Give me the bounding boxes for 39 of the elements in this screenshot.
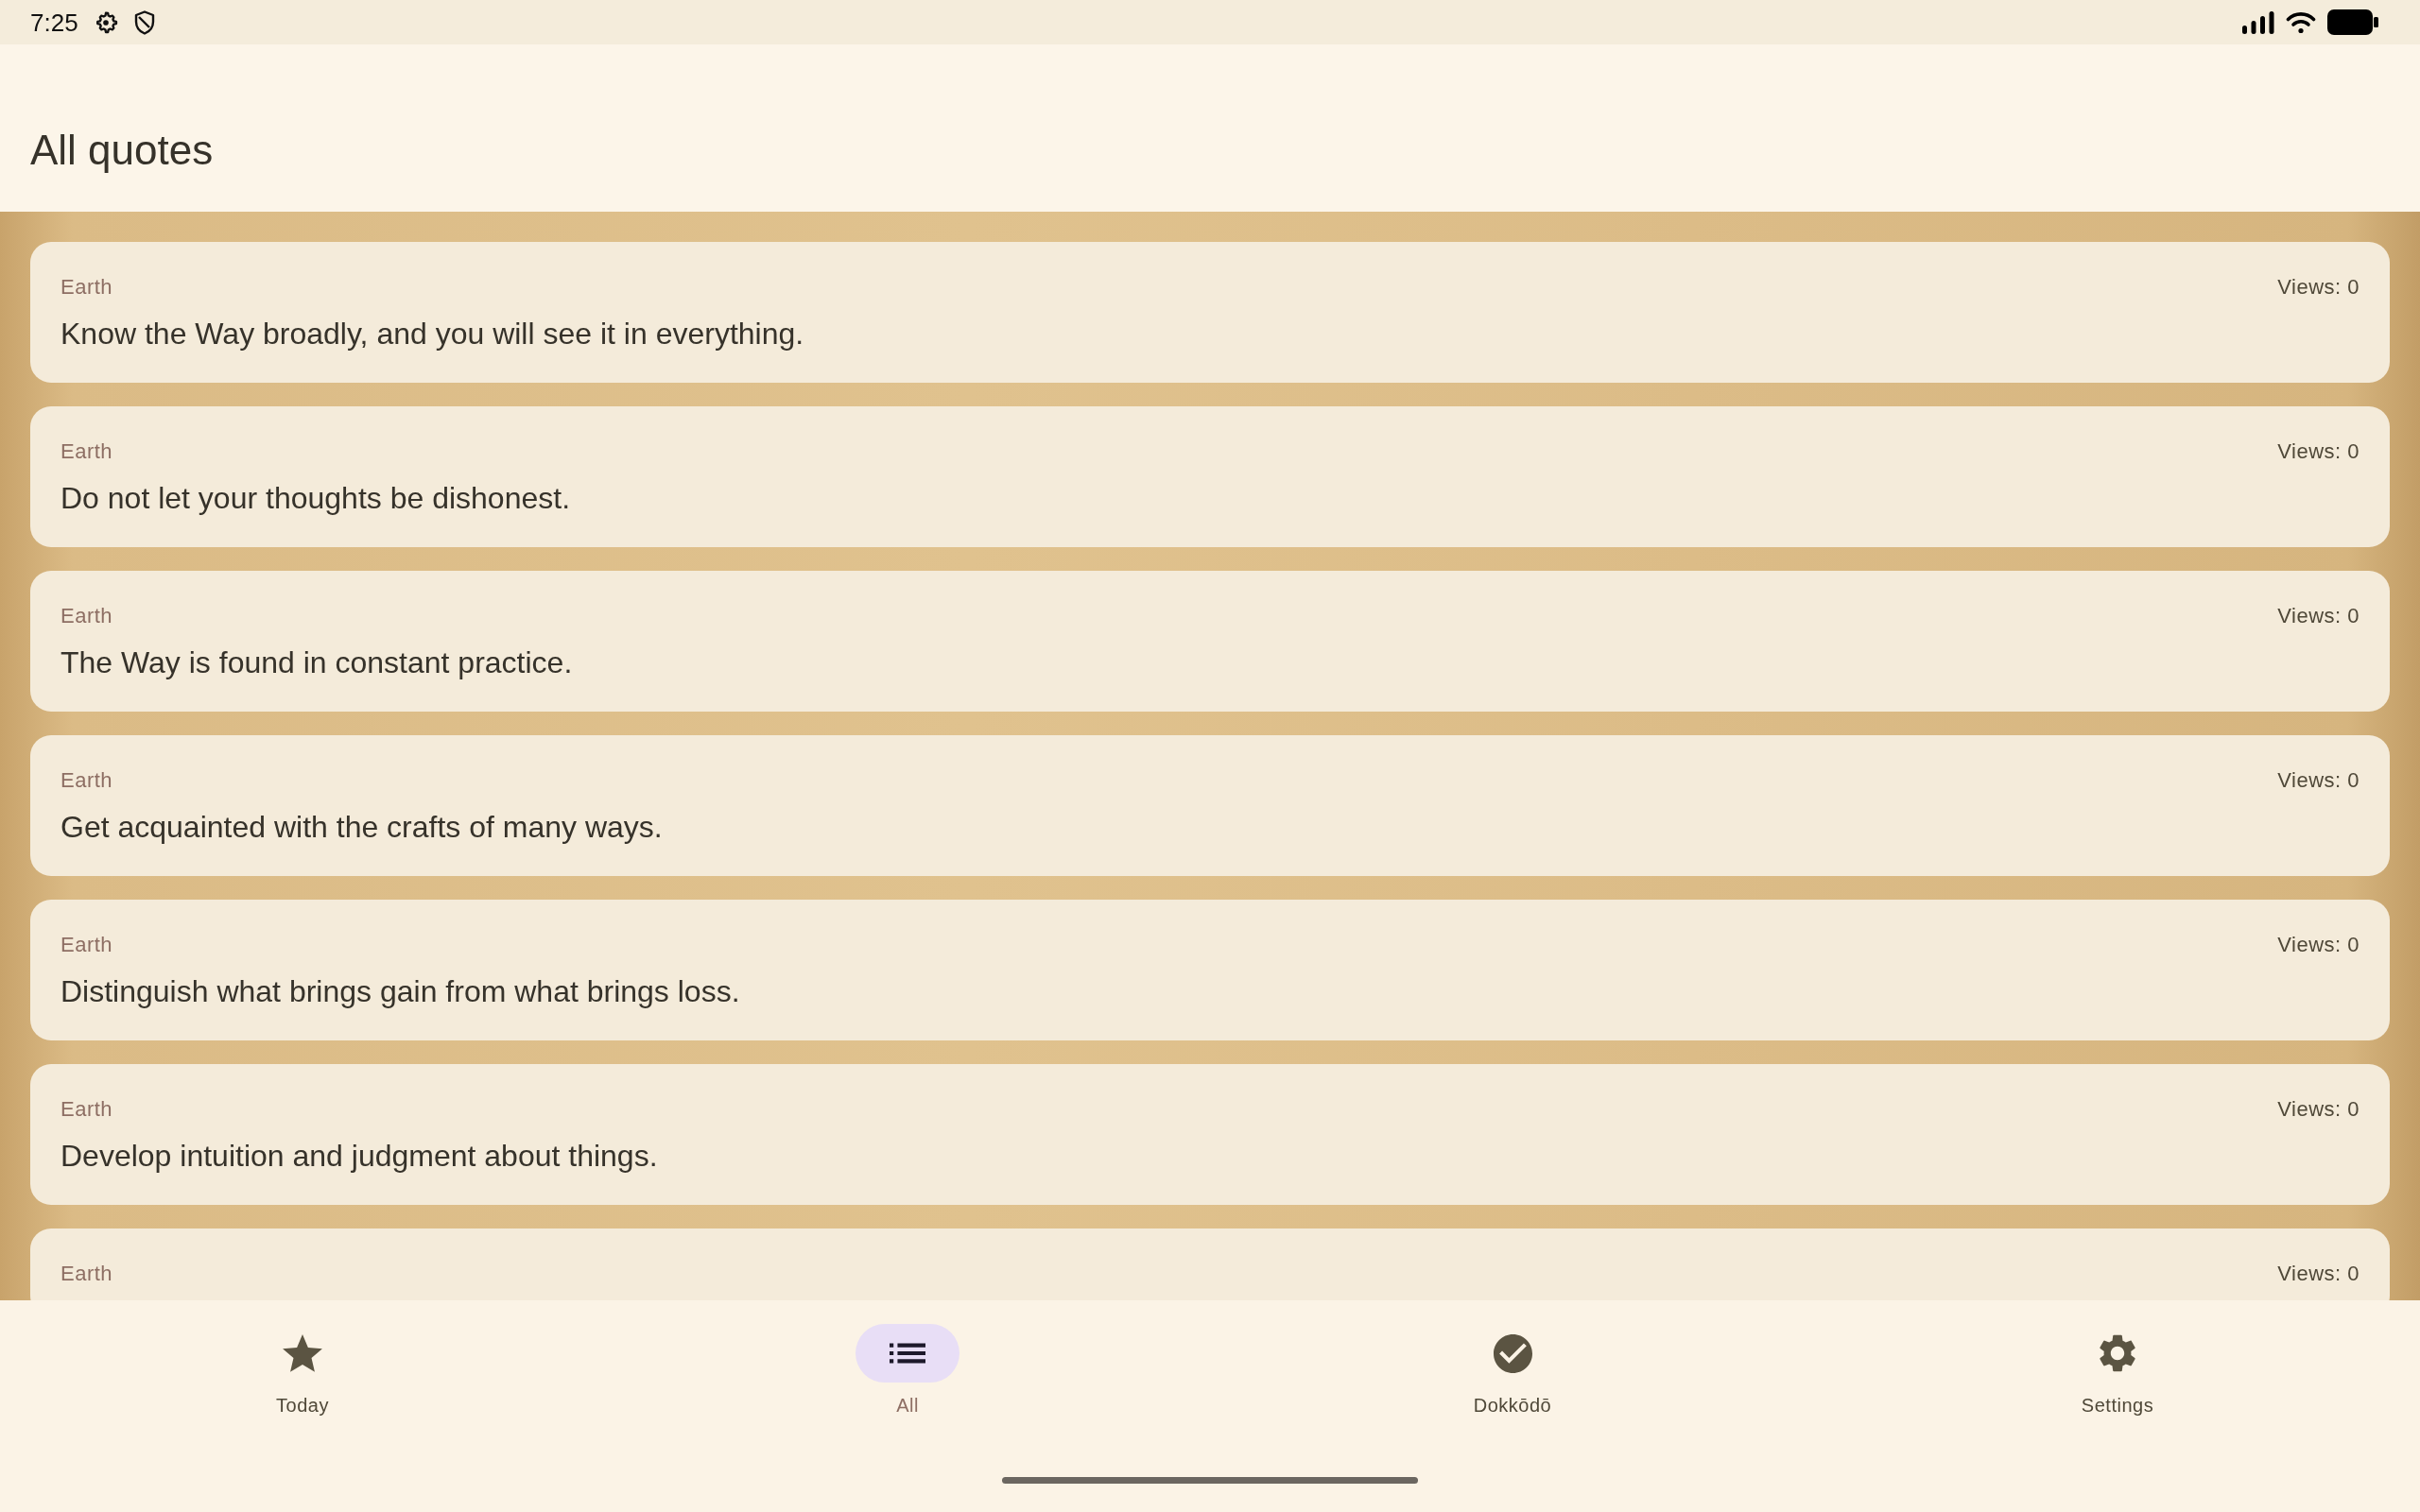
status-time: 7:25 [30, 8, 78, 37]
quote-card[interactable]: Earth Views: 0 Know the Way broadly, and you will see it in everything. [30, 242, 2390, 383]
quote-category: Earth [60, 932, 113, 958]
page-title: All quotes [30, 126, 214, 175]
quote-category: Earth [60, 1261, 113, 1287]
view-count: Views: 0 [2277, 603, 2360, 629]
quote-text: Get acquainted with the crafts of many ways. [60, 809, 664, 846]
quote-card[interactable]: Earth Views: 0 The Way is found in constant practice. [30, 571, 2390, 712]
quote-category: Earth [60, 767, 113, 794]
wifi-icon [2286, 10, 2316, 34]
quote-text: Develop intuition and judgment about things. [60, 1138, 659, 1175]
quote-text: The Way is found in constant practice. [60, 644, 574, 681]
quote-category: Earth [60, 274, 113, 301]
quote-card[interactable]: Earth Views: 0 Do not let your thoughts be dishonest. [30, 406, 2390, 547]
view-count: Views: 0 [2277, 1096, 2360, 1123]
quote-card[interactable]: Earth Views: 0 [30, 1228, 2390, 1300]
view-count: Views: 0 [2277, 438, 2360, 465]
nav-tab[interactable]: Dokkōdō [1461, 1324, 1564, 1418]
settings-icon [2100, 1334, 2135, 1372]
shield-icon [132, 9, 156, 35]
signal-icon [2242, 10, 2274, 34]
star-icon [283, 1334, 322, 1372]
list-icon [890, 1343, 925, 1364]
quote-category: Earth [60, 438, 113, 465]
nav-tab[interactable]: Today [251, 1324, 354, 1418]
quote-text: Distinguish what brings gain from what brings loss. [60, 973, 741, 1010]
quote-card[interactable]: Earth Views: 0 Develop intuition and judgment about things. [30, 1064, 2390, 1205]
quote-category: Earth [60, 1096, 113, 1123]
nav-tab[interactable]: Settings [2066, 1324, 2169, 1418]
quote-card[interactable]: Earth Views: 0 Distinguish what brings gain from what brings loss. [30, 900, 2390, 1040]
quote-card[interactable]: Earth Views: 0 Get acquainted with the crafts of many ways. [30, 735, 2390, 876]
view-count: Views: 0 [2277, 767, 2360, 794]
view-count: Views: 0 [2277, 932, 2360, 958]
battery-icon [2327, 9, 2378, 35]
view-count: Views: 0 [2277, 1261, 2360, 1287]
quote-text: Do not let your thoughts be dishonest. [60, 480, 571, 517]
view-count: Views: 0 [2277, 274, 2360, 301]
quote-category: Earth [60, 603, 113, 629]
quote-text: Know the Way broadly, and you will see it in everything. [60, 316, 805, 352]
